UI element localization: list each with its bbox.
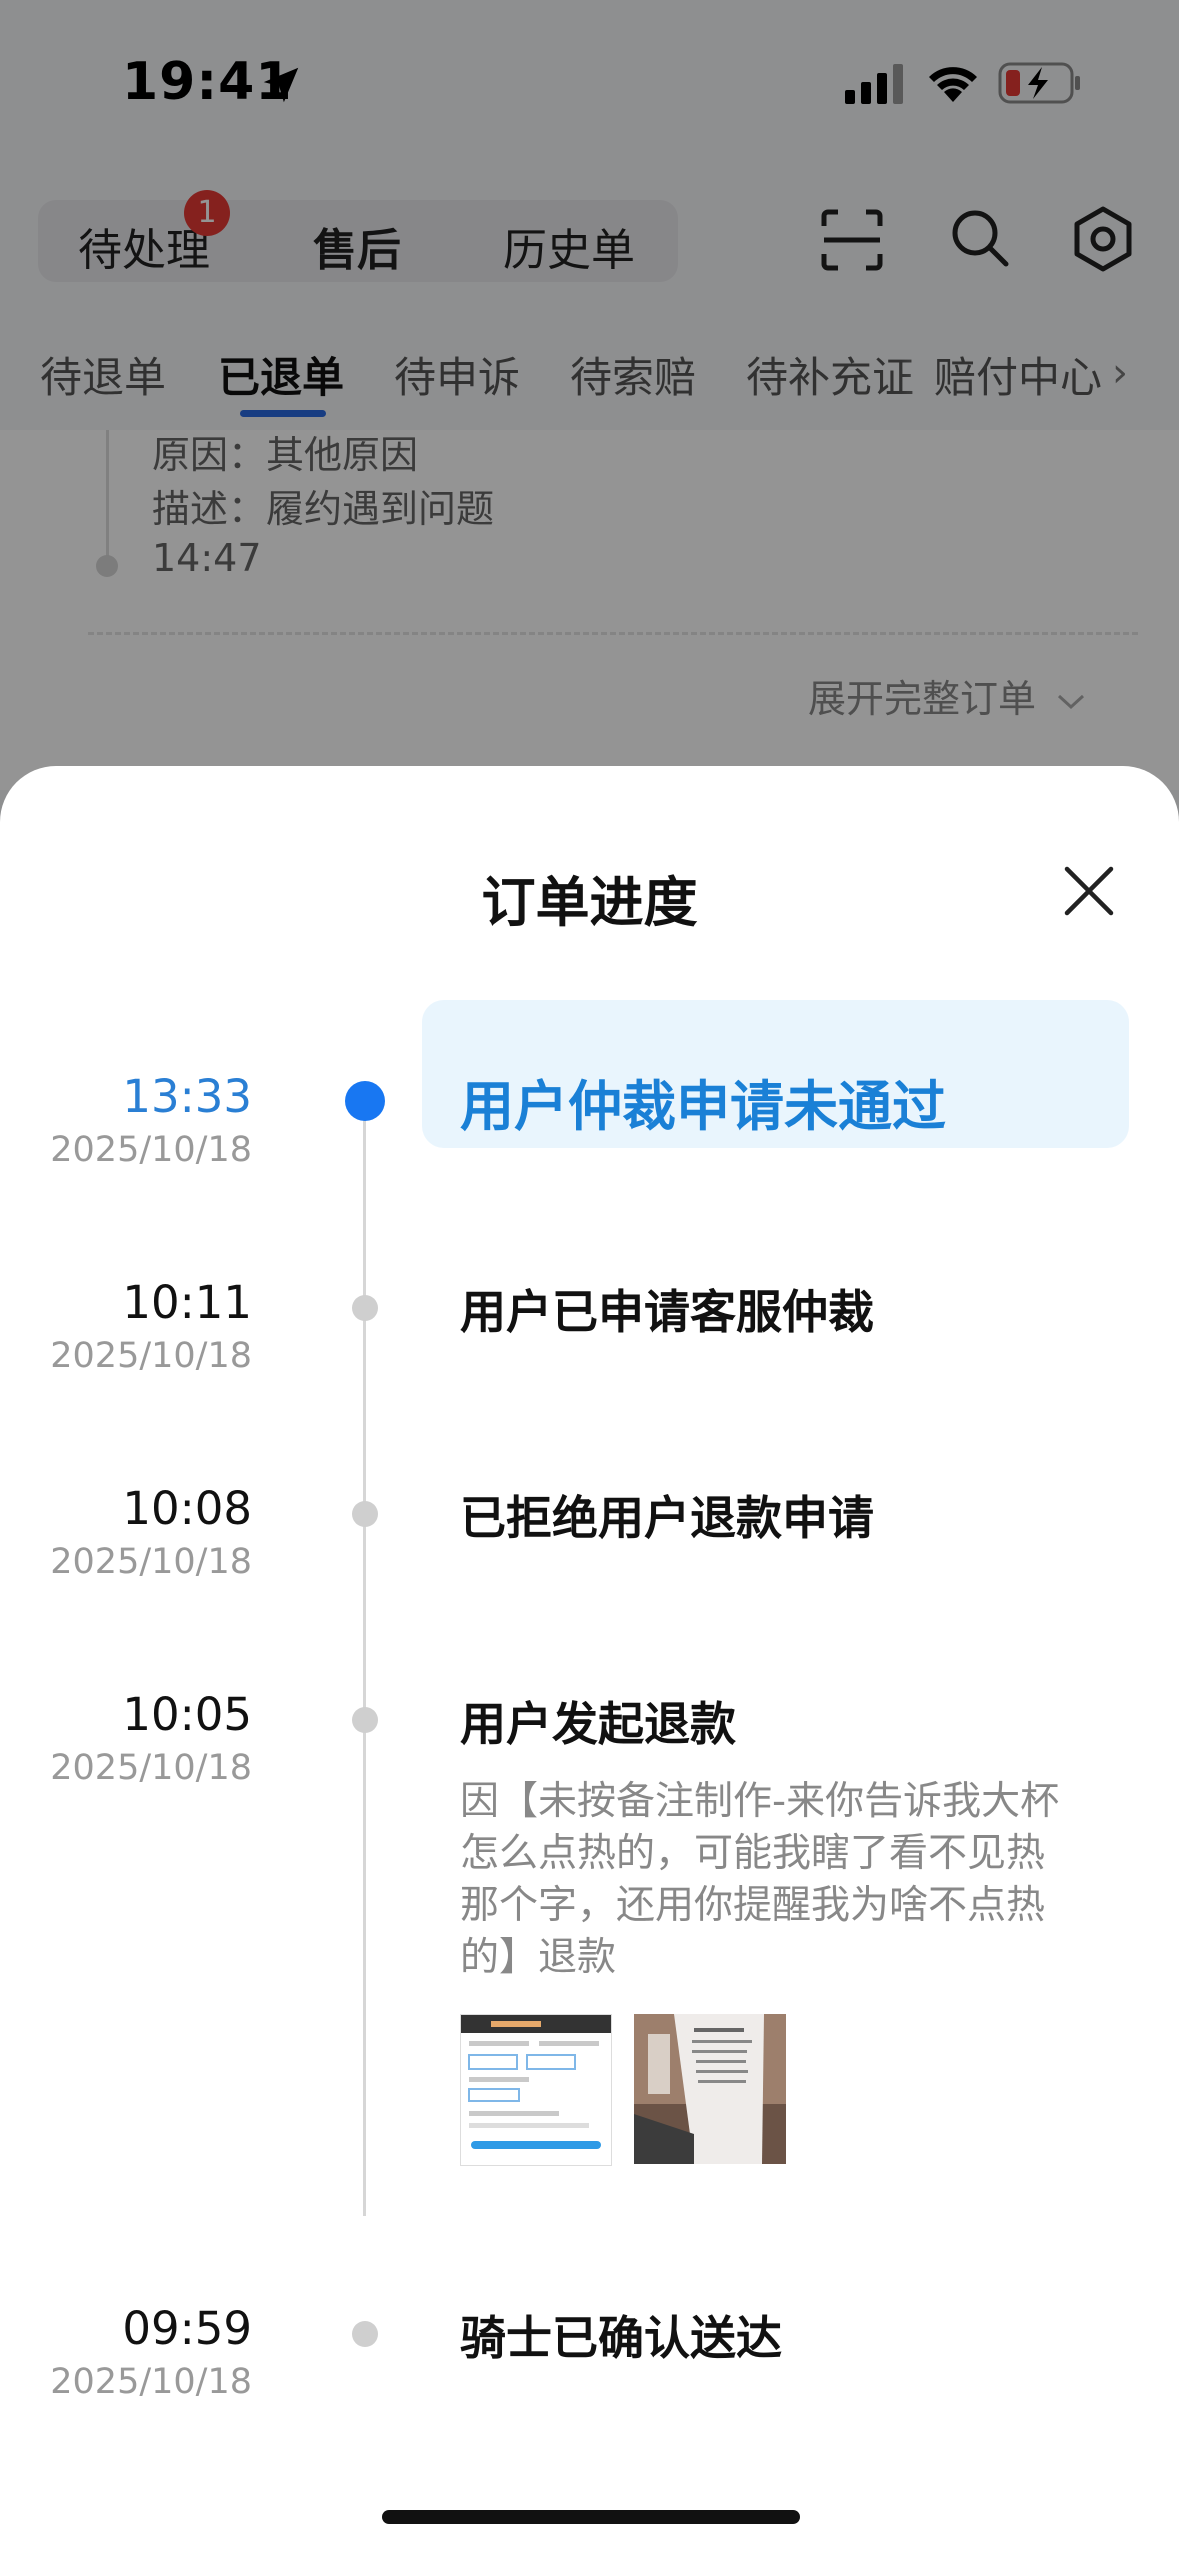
step-title: 用户仲裁申请未通过 <box>460 1075 946 1138</box>
step-date: 2025/10/18 <box>50 1748 252 1788</box>
step-title: 已拒绝用户退款申请 <box>460 1491 874 1545</box>
refund-reason-line: 的】退款 <box>460 1935 617 1980</box>
refund-reason-line: 那个字，还用你提醒我为啥不点热 <box>460 1883 1046 1928</box>
refund-reason-line: 怎么点热的，可能我瞎了看不见热 <box>460 1831 1046 1876</box>
step-title: 用户发起退款 <box>460 1697 736 1751</box>
sheet-title: 订单进度 <box>481 871 698 934</box>
order-progress-sheet: 订单进度 13:33 2025/10/18 用户仲裁申请未通过 10:11 20… <box>0 766 1179 2556</box>
home-indicator[interactable] <box>382 2510 800 2524</box>
step-time: 09:59 <box>122 2302 252 2355</box>
step-dot <box>352 1295 378 1321</box>
step-date: 2025/10/18 <box>50 2362 252 2402</box>
screen: 19:41 待处理 售后 历史单 1 待退单 已退单 待申诉 待索赔 待补充证 … <box>0 0 1179 2556</box>
step-time: 13:33 <box>122 1070 252 1123</box>
step-date: 2025/10/18 <box>50 1130 252 1170</box>
step-dot <box>352 1707 378 1733</box>
refund-reason-line: 因【未按备注制作-来你告诉我大杯 <box>460 1779 1060 1824</box>
step-date: 2025/10/18 <box>50 1336 252 1376</box>
step-title: 骑士已确认送达 <box>460 2311 782 2365</box>
step-time: 10:05 <box>122 1688 252 1741</box>
evidence-photo-receipt[interactable] <box>634 2014 786 2164</box>
step-dot <box>352 1501 378 1527</box>
step-date: 2025/10/18 <box>50 1542 252 1582</box>
step-title: 用户已申请客服仲裁 <box>460 1285 874 1339</box>
refund-reason-text: 因【未按备注制作-来你告诉我大杯 怎么点热的，可能我瞎了看不见热 那个字，还用你… <box>460 1776 1090 1984</box>
evidence-photo-screenshot[interactable] <box>460 2014 612 2166</box>
step-dot <box>352 2321 378 2347</box>
progress-timeline-line <box>363 1086 366 2216</box>
close-icon[interactable] <box>1062 864 1116 918</box>
step-time: 10:08 <box>122 1482 252 1535</box>
step-time: 10:11 <box>122 1276 252 1329</box>
step-dot-active <box>345 1081 385 1121</box>
